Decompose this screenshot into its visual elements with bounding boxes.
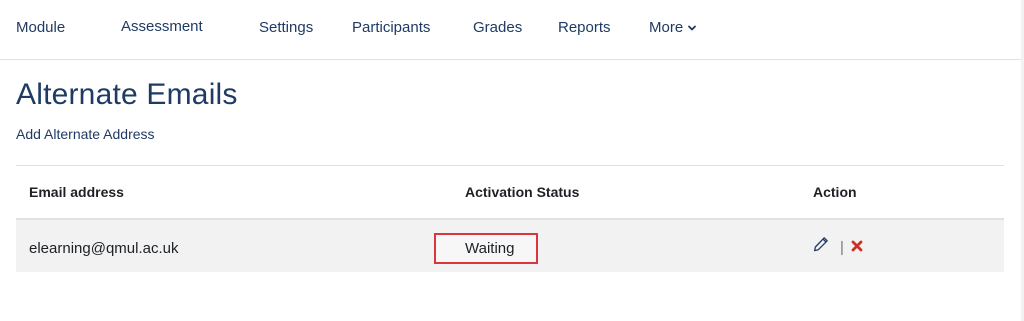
nav-item-participants[interactable]: Participants: [352, 19, 430, 36]
page-title: Alternate Emails: [16, 78, 238, 111]
nav-item-assessment[interactable]: Assessment: [121, 18, 203, 35]
nav-item-more[interactable]: More: [649, 19, 697, 36]
nav-item-grades[interactable]: Grades: [473, 19, 522, 36]
action-separator: |: [840, 239, 844, 256]
module-nav: Module Assessment Settings Participants …: [0, 0, 1021, 60]
nav-item-reports[interactable]: Reports: [558, 19, 611, 36]
email-cell: elearning@qmul.ac.uk: [29, 240, 179, 257]
table-top-divider: [16, 165, 1004, 166]
column-header-activation-status: Activation Status: [465, 184, 580, 200]
pencil-icon[interactable]: [813, 236, 829, 252]
column-header-action: Action: [813, 184, 857, 200]
nav-item-settings[interactable]: Settings: [259, 19, 313, 36]
status-cell: Waiting: [465, 240, 515, 257]
chevron-down-icon: [688, 25, 697, 31]
add-alternate-address-link[interactable]: Add Alternate Address: [16, 126, 155, 142]
column-header-email: Email address: [29, 184, 124, 200]
close-icon[interactable]: [851, 240, 863, 252]
nav-item-module[interactable]: Module: [16, 19, 65, 36]
nav-more-label: More: [649, 19, 684, 36]
